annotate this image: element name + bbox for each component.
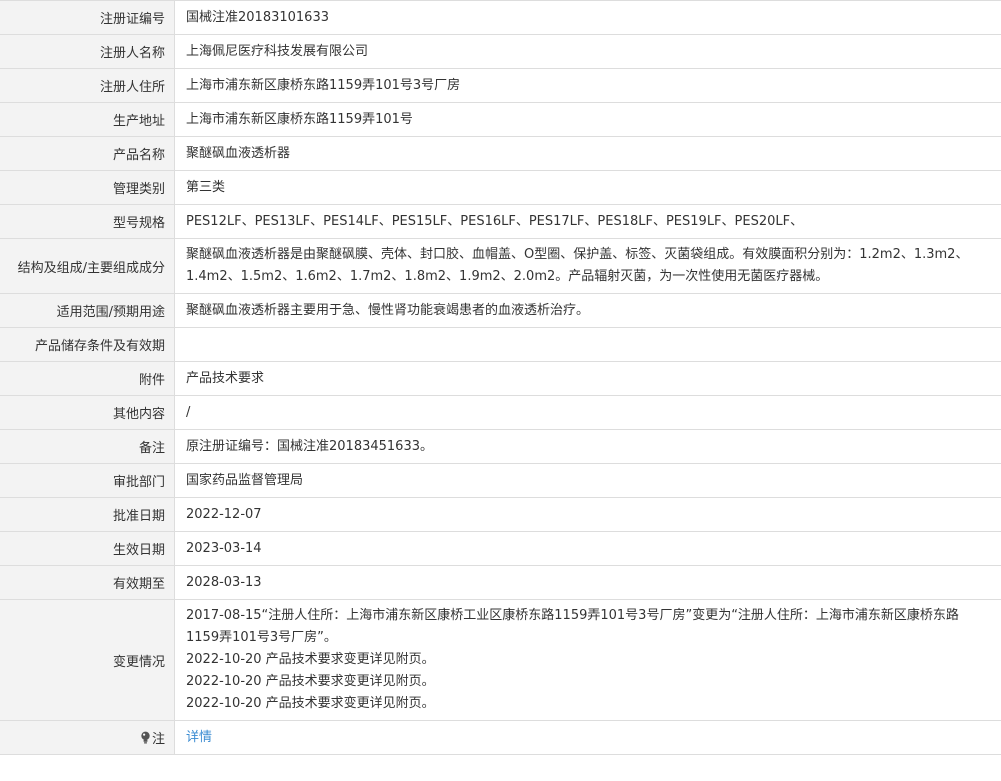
row-intended-use: 适用范围/预期用途 聚醚砜血液透析器主要用于急、慢性肾功能衰竭患者的血液透析治疗… bbox=[0, 293, 1001, 328]
value-registrant-address: 上海市浦东新区康桥东路1159弄101号3号厂房 bbox=[174, 68, 1001, 103]
label-product-name: 产品名称 bbox=[0, 136, 175, 171]
value-approval-date: 2022-12-07 bbox=[174, 497, 1001, 532]
row-valid-until: 有效期至 2028-03-13 bbox=[0, 565, 1001, 600]
label-approval-date: 批准日期 bbox=[0, 497, 175, 532]
value-storage-conditions bbox=[174, 327, 1001, 362]
change-entry: 2022-10-20 产品技术要求变更详见附页。 bbox=[186, 652, 435, 667]
label-valid-until: 有效期至 bbox=[0, 565, 175, 600]
change-entry: 2022-10-20 产品技术要求变更详见附页。 bbox=[186, 696, 435, 711]
label-registration-number: 注册证编号 bbox=[0, 0, 175, 35]
note-label-text: 注 bbox=[151, 731, 165, 747]
row-approval-department: 审批部门 国家药品监督管理局 bbox=[0, 463, 1001, 498]
label-production-address: 生产地址 bbox=[0, 102, 175, 137]
value-structure-composition: 聚醚砜血液透析器是由聚醚砜膜、壳体、封口胶、血帽盖、O型圈、保护盖、标签、灭菌袋… bbox=[174, 238, 1001, 294]
value-model-spec: PES12LF、PES13LF、PES14LF、PES15LF、PES16LF、… bbox=[174, 204, 1001, 239]
row-registrant-address: 注册人住所 上海市浦东新区康桥东路1159弄101号3号厂房 bbox=[0, 68, 1001, 103]
row-structure-composition: 结构及组成/主要组成成分 聚醚砜血液透析器是由聚醚砜膜、壳体、封口胶、血帽盖、O… bbox=[0, 238, 1001, 294]
label-attachment: 附件 bbox=[0, 361, 175, 396]
value-approval-department: 国家药品监督管理局 bbox=[174, 463, 1001, 498]
value-management-category: 第三类 bbox=[174, 170, 1001, 205]
change-entry: 2017-08-15“注册人住所：上海市浦东新区康桥工业区康桥东路1159弄10… bbox=[186, 608, 959, 645]
row-remarks: 备注 原注册证编号：国械注准20183451633。 bbox=[0, 429, 1001, 464]
value-other-content: / bbox=[174, 395, 1001, 430]
value-intended-use: 聚醚砜血液透析器主要用于急、慢性肾功能衰竭患者的血液透析治疗。 bbox=[174, 293, 1001, 328]
row-storage-conditions: 产品储存条件及有效期 bbox=[0, 327, 1001, 362]
registration-detail-table: 注册证编号 国械注准20183101633 注册人名称 上海佩尼医疗科技发展有限… bbox=[0, 0, 1001, 755]
label-model-spec: 型号规格 bbox=[0, 204, 175, 239]
row-note: 注 详情 bbox=[0, 720, 1001, 755]
label-effective-date: 生效日期 bbox=[0, 531, 175, 566]
label-remarks: 备注 bbox=[0, 429, 175, 464]
label-registrant-address: 注册人住所 bbox=[0, 68, 175, 103]
details-link[interactable]: 详情 bbox=[186, 730, 212, 745]
row-management-category: 管理类别 第三类 bbox=[0, 170, 1001, 205]
label-other-content: 其他内容 bbox=[0, 395, 175, 430]
change-entry: 2022-10-20 产品技术要求变更详见附页。 bbox=[186, 674, 435, 689]
value-change-history: 2017-08-15“注册人住所：上海市浦东新区康桥工业区康桥东路1159弄10… bbox=[174, 599, 1001, 721]
value-valid-until: 2028-03-13 bbox=[174, 565, 1001, 600]
row-registration-number: 注册证编号 国械注准20183101633 bbox=[0, 0, 1001, 35]
value-registration-number: 国械注准20183101633 bbox=[174, 0, 1001, 35]
row-change-history: 变更情况 2017-08-15“注册人住所：上海市浦东新区康桥工业区康桥东路11… bbox=[0, 599, 1001, 721]
label-approval-department: 审批部门 bbox=[0, 463, 175, 498]
label-management-category: 管理类别 bbox=[0, 170, 175, 205]
row-model-spec: 型号规格 PES12LF、PES13LF、PES14LF、PES15LF、PES… bbox=[0, 204, 1001, 239]
row-approval-date: 批准日期 2022-12-07 bbox=[0, 497, 1001, 532]
value-production-address: 上海市浦东新区康桥东路1159弄101号 bbox=[174, 102, 1001, 137]
value-note: 详情 bbox=[174, 720, 1001, 755]
row-registrant-name: 注册人名称 上海佩尼医疗科技发展有限公司 bbox=[0, 34, 1001, 69]
label-storage-conditions: 产品储存条件及有效期 bbox=[0, 327, 175, 362]
value-product-name: 聚醚砜血液透析器 bbox=[174, 136, 1001, 171]
value-remarks: 原注册证编号：国械注准20183451633。 bbox=[174, 429, 1001, 464]
row-effective-date: 生效日期 2023-03-14 bbox=[0, 531, 1001, 566]
row-other-content: 其他内容 / bbox=[0, 395, 1001, 430]
row-product-name: 产品名称 聚醚砜血液透析器 bbox=[0, 136, 1001, 171]
value-effective-date: 2023-03-14 bbox=[174, 531, 1001, 566]
label-note: 注 bbox=[0, 720, 175, 755]
label-intended-use: 适用范围/预期用途 bbox=[0, 293, 175, 328]
value-attachment: 产品技术要求 bbox=[174, 361, 1001, 396]
label-registrant-name: 注册人名称 bbox=[0, 34, 175, 69]
label-structure-composition: 结构及组成/主要组成成分 bbox=[0, 238, 175, 294]
lightbulb-icon bbox=[141, 731, 150, 743]
row-production-address: 生产地址 上海市浦东新区康桥东路1159弄101号 bbox=[0, 102, 1001, 137]
label-change-history: 变更情况 bbox=[0, 599, 175, 721]
row-attachment: 附件 产品技术要求 bbox=[0, 361, 1001, 396]
value-registrant-name: 上海佩尼医疗科技发展有限公司 bbox=[174, 34, 1001, 69]
